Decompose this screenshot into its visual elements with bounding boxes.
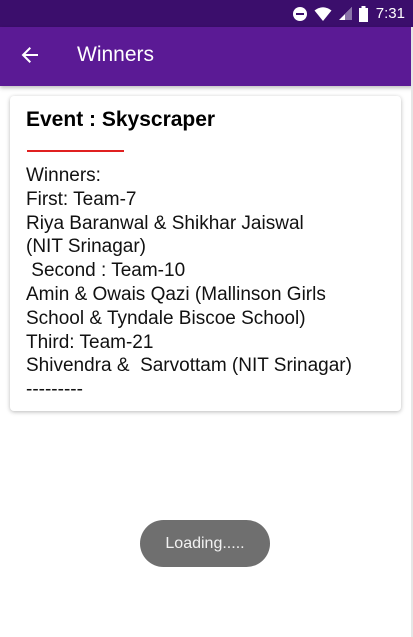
arrow-back-icon bbox=[20, 45, 40, 70]
loading-toast: Loading..... bbox=[140, 520, 270, 567]
event-title: Event : Skyscraper bbox=[26, 108, 216, 131]
winners-details: Winners: First: Team-7 Riya Baranwal & S… bbox=[26, 165, 352, 401]
cellular-signal-icon bbox=[338, 6, 353, 21]
battery-icon bbox=[358, 5, 368, 22]
do-not-disturb-icon bbox=[292, 6, 308, 22]
back-button[interactable] bbox=[14, 41, 46, 73]
app-bar: Winners bbox=[0, 27, 413, 86]
title-divider bbox=[27, 150, 124, 152]
page-title: Winners bbox=[77, 43, 155, 66]
wifi-icon bbox=[314, 6, 332, 22]
status-clock: 7:31 bbox=[375, 5, 405, 22]
event-card: Event : Skyscraper Winners: First: Team-… bbox=[10, 96, 401, 411]
status-icons: 7:31 bbox=[292, 0, 413, 27]
status-bar: 7:31 bbox=[0, 0, 413, 27]
